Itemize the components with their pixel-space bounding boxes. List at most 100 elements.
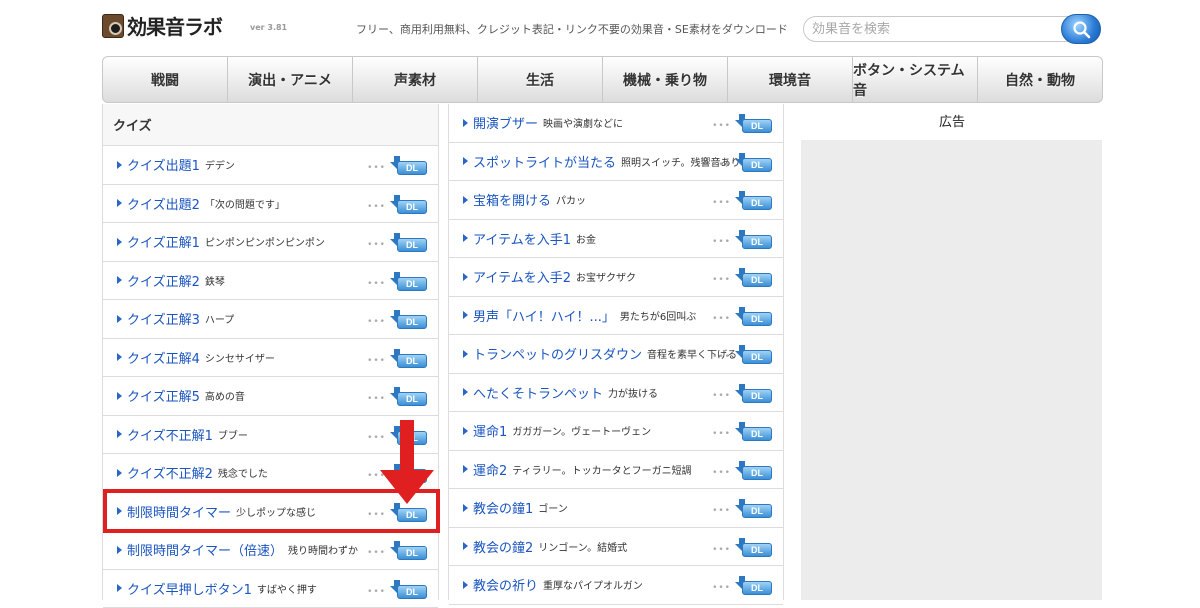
play-arrow-icon[interactable] (117, 315, 122, 323)
more-dots-icon[interactable]: ••• (712, 275, 731, 285)
sound-title-link[interactable]: クイズ正解4 (127, 348, 200, 367)
sound-title-link[interactable]: クイズ不正解1 (127, 425, 213, 444)
more-dots-icon[interactable]: ••• (367, 471, 386, 481)
download-button[interactable]: DL (735, 384, 773, 404)
play-arrow-icon[interactable] (117, 584, 122, 592)
sound-title-link[interactable]: 運命1 (473, 421, 507, 440)
play-arrow-icon[interactable] (463, 427, 468, 435)
play-arrow-icon[interactable] (117, 199, 122, 207)
play-arrow-icon[interactable] (463, 465, 468, 473)
download-button[interactable]: DL (735, 345, 773, 365)
play-arrow-icon[interactable] (117, 546, 122, 554)
download-button[interactable]: DL (390, 349, 428, 369)
more-dots-icon[interactable]: ••• (712, 506, 731, 516)
play-arrow-icon[interactable] (463, 119, 468, 127)
play-arrow-icon[interactable] (117, 238, 122, 246)
sound-title-link[interactable]: クイズ正解5 (127, 386, 200, 405)
download-button[interactable]: DL (390, 310, 428, 330)
sound-title-link[interactable]: 男声「ハイ！ハイ！...」 (473, 306, 615, 325)
download-button[interactable]: DL (735, 230, 773, 250)
more-dots-icon[interactable]: ••• (712, 468, 731, 478)
download-button[interactable]: DL (390, 195, 428, 215)
play-arrow-icon[interactable] (463, 581, 468, 589)
sound-title-link[interactable]: 教会の鐘1 (473, 498, 533, 517)
more-dots-icon[interactable]: ••• (367, 587, 386, 597)
more-dots-icon[interactable]: ••• (712, 391, 731, 401)
more-dots-icon[interactable]: ••• (367, 510, 386, 520)
nav-item-machines-vehicles[interactable]: 機械・乗り物 (603, 57, 728, 102)
play-arrow-icon[interactable] (463, 542, 468, 550)
speaker-logo-icon[interactable] (102, 14, 124, 38)
nav-item-voice[interactable]: 声素材 (353, 57, 478, 102)
sound-title-link[interactable]: 制限時間タイマー (127, 502, 231, 521)
more-dots-icon[interactable]: ••• (712, 237, 731, 247)
play-arrow-icon[interactable] (463, 388, 468, 396)
download-button[interactable]: DL (735, 422, 773, 442)
sound-title-link[interactable]: クイズ早押しボタン1 (127, 579, 252, 598)
sound-title-link[interactable]: 宝箱を開ける (473, 190, 551, 209)
download-button[interactable]: DL (390, 156, 428, 176)
sound-title-link[interactable]: アイテムを入手1 (473, 229, 571, 248)
play-arrow-icon[interactable] (463, 350, 468, 358)
more-dots-icon[interactable]: ••• (712, 198, 731, 208)
nav-item-environment[interactable]: 環境音 (728, 57, 853, 102)
play-arrow-icon[interactable] (117, 430, 122, 438)
download-button[interactable]: DL (390, 272, 428, 292)
sound-title-link[interactable]: 制限時間タイマー（倍速） (127, 540, 283, 559)
sound-title-link[interactable]: 開演ブザー (473, 113, 538, 132)
download-button[interactable]: DL (390, 580, 428, 600)
more-dots-icon[interactable]: ••• (712, 160, 731, 170)
more-dots-icon[interactable]: ••• (367, 317, 386, 327)
download-button[interactable]: DL (390, 387, 428, 407)
download-button[interactable]: DL (735, 538, 773, 558)
play-arrow-icon[interactable] (463, 234, 468, 242)
more-dots-icon[interactable]: ••• (367, 356, 386, 366)
more-dots-icon[interactable]: ••• (367, 279, 386, 289)
sound-title-link[interactable]: アイテムを入手2 (473, 267, 571, 286)
download-button[interactable]: DL (390, 233, 428, 253)
site-logo[interactable]: 効果音ラボ (127, 11, 222, 40)
download-button[interactable]: DL (735, 153, 773, 173)
play-arrow-icon[interactable] (463, 311, 468, 319)
search-input[interactable] (803, 16, 1083, 42)
play-arrow-icon[interactable] (117, 161, 122, 169)
more-dots-icon[interactable]: ••• (712, 583, 731, 593)
nav-item-button-system[interactable]: ボタン・システム音 (853, 57, 978, 102)
play-arrow-icon[interactable] (463, 157, 468, 165)
search-button[interactable] (1061, 14, 1101, 44)
sound-title-link[interactable]: クイズ正解3 (127, 309, 200, 328)
play-arrow-icon[interactable] (117, 469, 122, 477)
sound-title-link[interactable]: 教会の鐘2 (473, 537, 533, 556)
sound-title-link[interactable]: クイズ出題2 (127, 194, 200, 213)
more-dots-icon[interactable]: ••• (367, 240, 386, 250)
download-button[interactable]: DL (735, 499, 773, 519)
sound-title-link[interactable]: 運命2 (473, 460, 507, 479)
more-dots-icon[interactable]: ••• (367, 433, 386, 443)
download-button[interactable]: DL (735, 191, 773, 211)
sound-title-link[interactable]: クイズ不正解2 (127, 463, 213, 482)
more-dots-icon[interactable]: ••• (712, 352, 731, 362)
sound-title-link[interactable]: クイズ出題1 (127, 155, 200, 174)
sound-title-link[interactable]: スポットライトが当たる (473, 152, 616, 171)
download-button[interactable]: DL (390, 503, 428, 523)
download-button[interactable]: DL (390, 464, 428, 484)
nav-item-battle[interactable]: 戦闘 (103, 57, 228, 102)
more-dots-icon[interactable]: ••• (367, 548, 386, 558)
more-dots-icon[interactable]: ••• (712, 545, 731, 555)
play-arrow-icon[interactable] (117, 392, 122, 400)
more-dots-icon[interactable]: ••• (712, 314, 731, 324)
play-arrow-icon[interactable] (117, 276, 122, 284)
download-button[interactable]: DL (735, 461, 773, 481)
play-arrow-icon[interactable] (117, 507, 122, 515)
sound-title-link[interactable]: クイズ正解1 (127, 232, 200, 251)
play-arrow-icon[interactable] (117, 353, 122, 361)
download-button[interactable]: DL (735, 114, 773, 134)
nav-item-nature-animals[interactable]: 自然・動物 (978, 57, 1102, 102)
more-dots-icon[interactable]: ••• (712, 429, 731, 439)
more-dots-icon[interactable]: ••• (367, 394, 386, 404)
play-arrow-icon[interactable] (463, 273, 468, 281)
more-dots-icon[interactable]: ••• (367, 202, 386, 212)
sound-title-link[interactable]: クイズ正解2 (127, 271, 200, 290)
more-dots-icon[interactable]: ••• (367, 163, 386, 173)
download-button[interactable]: DL (735, 576, 773, 596)
